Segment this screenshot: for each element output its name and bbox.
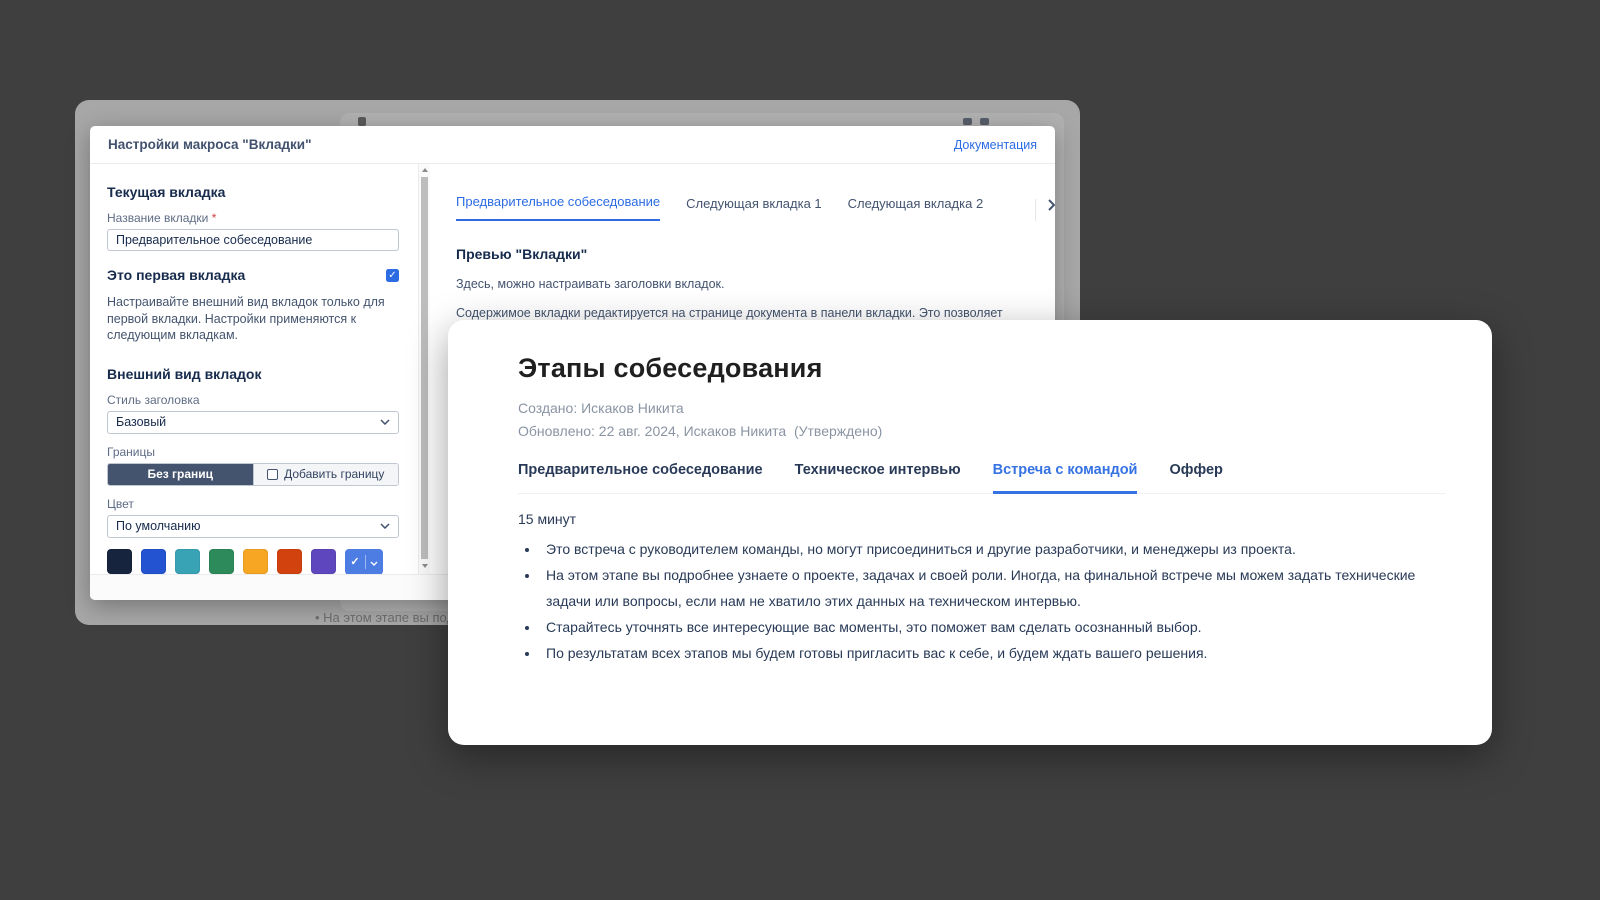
preview-paragraph: Здесь, можно настраивать заголовки вклад… — [456, 277, 1055, 291]
list-item: На этом этапе вы подробнее узнаете о про… — [540, 562, 1425, 614]
dialog-title: Настройки макроса "Вкладки" — [108, 137, 311, 152]
color-select[interactable]: По умолчанию — [107, 515, 399, 538]
tab-name-label: Название вкладки * — [107, 211, 404, 225]
scroll-down-icon[interactable] — [422, 564, 428, 568]
header-style-value: Базовый — [116, 415, 166, 429]
borders-add-option[interactable]: Добавить границу — [253, 464, 399, 485]
stages-tab-bar: Предварительное собеседование Техническо… — [518, 462, 1446, 494]
help-icon — [963, 118, 972, 125]
list-item: Старайтесь уточнять все интересующие вас… — [540, 614, 1425, 640]
tab-preliminary-interview[interactable]: Предварительное собеседование — [518, 462, 763, 493]
section-appearance: Внешний вид вкладок — [107, 366, 404, 382]
scrollbar-thumb[interactable] — [421, 177, 428, 559]
preview-tab-1[interactable]: Предварительное собеседование — [456, 194, 660, 221]
preview-tab-bar: Предварительное собеседование Следующая … — [456, 194, 1055, 221]
checkmark-icon: ✓ — [350, 555, 359, 568]
swatch-purple[interactable] — [311, 549, 336, 574]
preview-paragraph: Содержимое вкладки редактируется на стра… — [456, 306, 1055, 320]
tab-technical-interview[interactable]: Техническое интервью — [795, 462, 961, 493]
color-label: Цвет — [107, 497, 404, 511]
form-scrollbar[interactable] — [418, 164, 430, 574]
borders-add-checkbox[interactable] — [267, 469, 278, 480]
apply-color-split-button[interactable]: ✓ — [345, 549, 383, 575]
section-current-tab: Текущая вкладка — [107, 184, 404, 200]
dialog-header: Настройки макроса "Вкладки" Документация — [90, 126, 1055, 164]
swatch-blue[interactable] — [141, 549, 166, 574]
list-item: По результатам всех этапов мы будем гото… — [540, 640, 1425, 666]
header-style-label: Стиль заголовка — [107, 393, 404, 407]
tab-offer[interactable]: Оффер — [1169, 462, 1222, 493]
duration-text: 15 минут — [518, 511, 1446, 527]
borders-label: Границы — [107, 445, 404, 459]
borders-segmented-control: Без границ Добавить границу — [107, 463, 399, 486]
tab-team-meeting[interactable]: Встреча с командой — [993, 462, 1138, 494]
scroll-up-icon[interactable] — [422, 168, 428, 172]
first-tab-checkbox[interactable]: ✓ — [386, 269, 399, 282]
documentation-link[interactable]: Документация — [954, 138, 1037, 152]
preview-tab-3[interactable]: Следующая вкладка 2 — [848, 196, 984, 221]
color-value: По умолчанию — [116, 519, 201, 533]
chevron-down-icon — [380, 419, 390, 425]
dimmed-bullet-text: • На этом этапе вы под — [315, 610, 450, 625]
header-style-select[interactable]: Базовый — [107, 411, 399, 434]
hidden-text-sliver — [358, 117, 366, 126]
tab-name-input[interactable] — [107, 229, 399, 251]
chevron-down-icon[interactable] — [370, 554, 378, 569]
button-divider — [365, 555, 366, 569]
first-tab-row: Это первая вкладка ✓ — [107, 267, 399, 283]
required-asterisk: * — [212, 211, 217, 225]
tab-name-label-text: Название вкладки — [107, 211, 212, 225]
preview-tab-2[interactable]: Следующая вкладка 1 — [686, 196, 822, 221]
swatch-green[interactable] — [209, 549, 234, 574]
tabs-overflow-chevron-right-icon[interactable] — [1035, 199, 1055, 221]
swatch-teal[interactable] — [175, 549, 200, 574]
updated-line: Обновлено: 22 авг. 2024, Искаков Никита … — [518, 422, 1446, 441]
borders-add-label: Добавить границу — [284, 467, 384, 481]
first-tab-hint: Настраивайте внешний вид вкладок только … — [107, 294, 397, 344]
page-toolbar-sliver — [963, 118, 989, 125]
color-swatch-row: ✓ — [107, 549, 404, 575]
gear-icon — [980, 118, 989, 125]
swatch-red[interactable] — [277, 549, 302, 574]
macro-settings-form: Текущая вкладка Название вкладки * Это п… — [90, 164, 418, 574]
page-title: Этапы собеседования — [518, 353, 1446, 384]
borders-none-option[interactable]: Без границ — [108, 464, 253, 485]
stage-description-list: Это встреча с руководителем команды, но … — [540, 536, 1425, 666]
swatch-orange[interactable] — [243, 549, 268, 574]
interview-stages-card: Этапы собеседования Создано: Искаков Ник… — [448, 320, 1492, 745]
chevron-down-icon — [380, 523, 390, 529]
preview-heading: Превью "Вкладки" — [456, 246, 1055, 262]
first-tab-label: Это первая вкладка — [107, 267, 245, 283]
swatch-navy[interactable] — [107, 549, 132, 574]
list-item: Это встреча с руководителем команды, но … — [540, 536, 1425, 562]
created-by-line: Создано: Искаков Никита — [518, 399, 1446, 418]
